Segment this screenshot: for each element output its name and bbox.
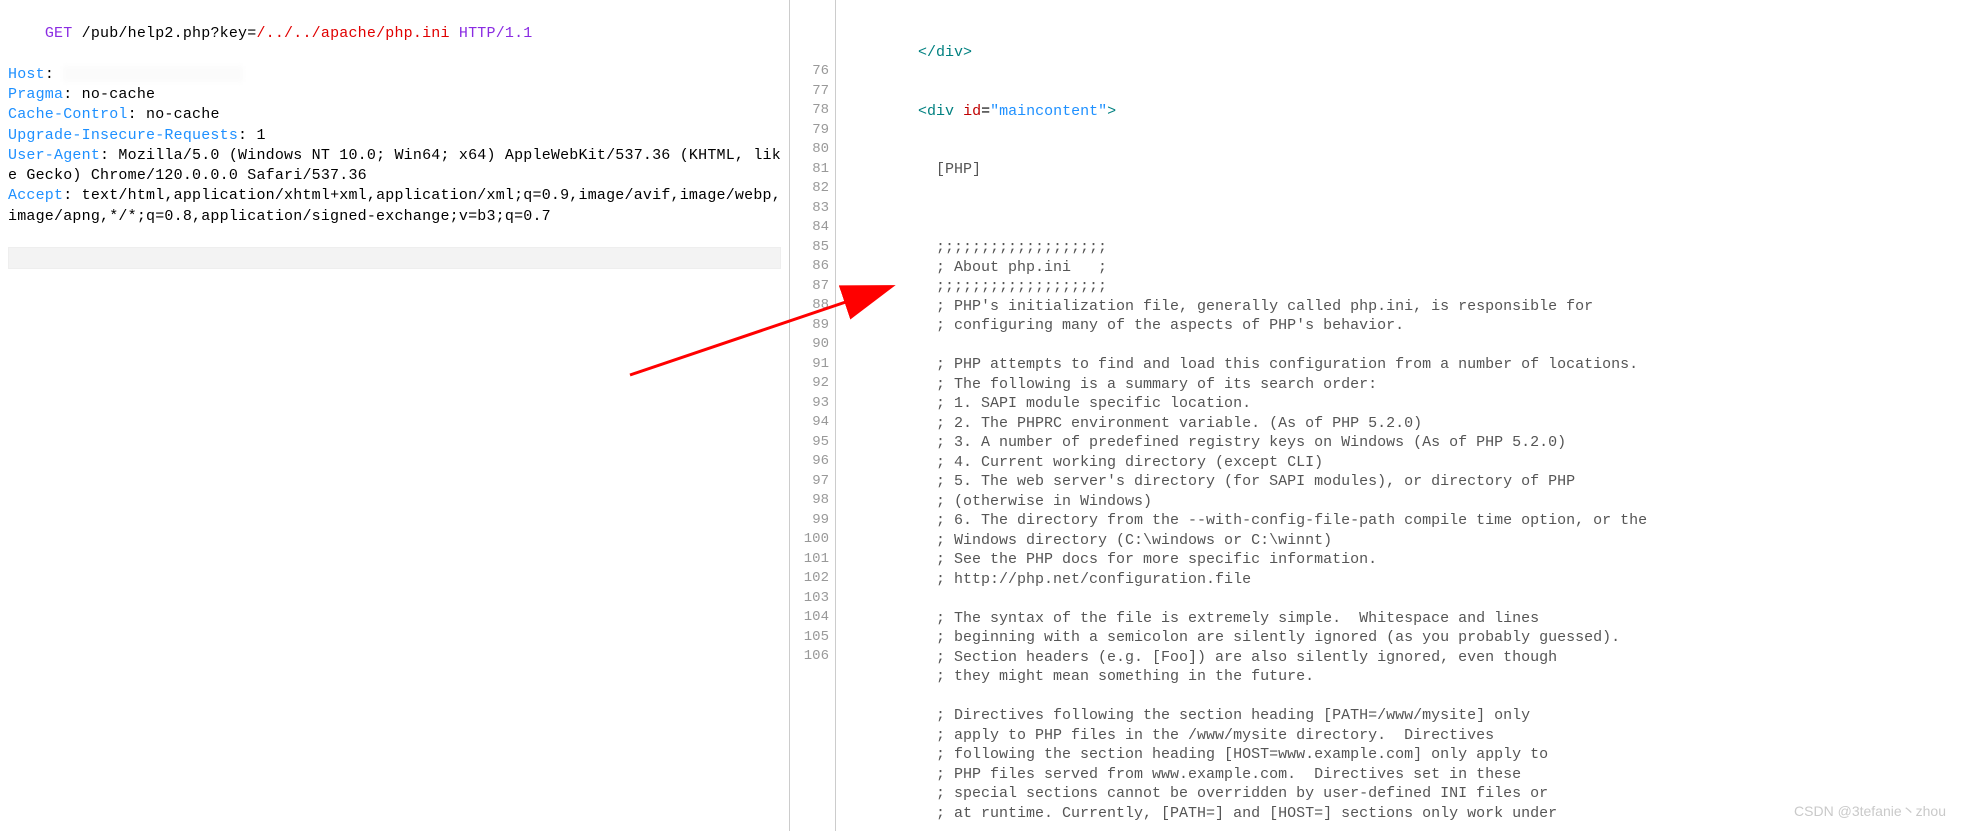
ini-line: ; configuring many of the aspects of PHP… xyxy=(846,316,1964,336)
line-number: 92 xyxy=(790,374,829,394)
ini-line xyxy=(846,687,1964,707)
ini-line: ; 2. The PHPRC environment variable. (As… xyxy=(846,414,1964,434)
line-number: 76 xyxy=(790,62,829,82)
ini-line xyxy=(846,589,1964,609)
line-number: 100 xyxy=(790,530,829,550)
line-number: 77 xyxy=(790,82,829,102)
ini-line: ; The following is a summary of its sear… xyxy=(846,375,1964,395)
line-number: 89 xyxy=(790,316,829,336)
header-value: 1 xyxy=(256,127,265,144)
ini-line: ; 1. SAPI module specific location. xyxy=(846,394,1964,414)
line-number: 88 xyxy=(790,296,829,316)
masked-value xyxy=(63,66,243,82)
ini-line: ; Directives following the section headi… xyxy=(846,706,1964,726)
php-section: [PHP] xyxy=(846,160,1964,180)
ini-line: ; they might mean something in the futur… xyxy=(846,667,1964,687)
line-number: 97 xyxy=(790,472,829,492)
header-name: Pragma xyxy=(8,86,63,103)
header-name: Cache-Control xyxy=(8,106,128,123)
code-area: </div> <div id="maincontent"> [PHP] ;;;;… xyxy=(836,0,1964,831)
line-number: 85 xyxy=(790,238,829,258)
http-method: GET xyxy=(45,25,73,42)
line-number: 82 xyxy=(790,179,829,199)
ini-line: ; following the section heading [HOST=ww… xyxy=(846,745,1964,765)
header-name: User-Agent xyxy=(8,147,100,164)
ini-line xyxy=(846,219,1964,239)
ini-line: ; beginning with a semicolon are silentl… xyxy=(846,628,1964,648)
request-panel: GET /pub/help2.php?key=/../../apache/php… xyxy=(0,0,790,831)
ini-line: ; PHP attempts to find and load this con… xyxy=(846,355,1964,375)
line-number: 78 xyxy=(790,101,829,121)
ini-line: ; Section headers (e.g. [Foo]) are also … xyxy=(846,648,1964,668)
ini-line: ; The syntax of the file is extremely si… xyxy=(846,609,1964,629)
http-protocol: HTTP/1.1 xyxy=(450,25,533,42)
line-number: 86 xyxy=(790,257,829,277)
request-path-prefix: /pub/help2.php?key= xyxy=(72,25,256,42)
ini-line: ;;;;;;;;;;;;;;;;;;; xyxy=(846,238,1964,258)
header-name: Host xyxy=(8,66,45,83)
ini-line: ;;;;;;;;;;;;;;;;;;; xyxy=(846,277,1964,297)
line-number: 101 xyxy=(790,550,829,570)
response-panel: 7677787980818283848586878889909192939495… xyxy=(790,0,1964,831)
header-name: Upgrade-Insecure-Requests xyxy=(8,127,238,144)
header-line: User-Agent: Mozilla/5.0 (Windows NT 10.0… xyxy=(8,146,781,187)
line-number: 102 xyxy=(790,569,829,589)
header-name: Accept xyxy=(8,187,63,204)
ini-line xyxy=(846,336,1964,356)
line-number: 93 xyxy=(790,394,829,414)
ini-line: ; 4. Current working directory (except C… xyxy=(846,453,1964,473)
line-number: 90 xyxy=(790,335,829,355)
ini-line: ; 6. The directory from the --with-confi… xyxy=(846,511,1964,531)
header-value: Mozilla/5.0 (Windows NT 10.0; Win64; x64… xyxy=(8,147,781,184)
line-number: 103 xyxy=(790,589,829,609)
header-line: Pragma: no-cache xyxy=(8,85,781,105)
html-closing-div: </div> xyxy=(846,43,1964,63)
php-ini-content: ;;;;;;;;;;;;;;;;;;; ; About php.ini ; ;;… xyxy=(846,219,1964,824)
line-number: 105 xyxy=(790,628,829,648)
line-number: 87 xyxy=(790,277,829,297)
ini-line: ; at runtime. Currently, [PATH=] and [HO… xyxy=(846,804,1964,824)
ini-line: ; 3. A number of predefined registry key… xyxy=(846,433,1964,453)
line-number: 98 xyxy=(790,491,829,511)
line-number: 106 xyxy=(790,647,829,667)
ini-line: ; Windows directory (C:\windows or C:\wi… xyxy=(846,531,1964,551)
ini-line: ; About php.ini ; xyxy=(846,258,1964,278)
ini-line: ; apply to PHP files in the /www/mysite … xyxy=(846,726,1964,746)
line-number: 104 xyxy=(790,608,829,628)
header-line: Cache-Control: no-cache xyxy=(8,105,781,125)
line-number: 91 xyxy=(790,355,829,375)
request-headers: Host: Pragma: no-cacheCache-Control: no-… xyxy=(8,65,781,227)
ini-line: ; PHP files served from www.example.com.… xyxy=(846,765,1964,785)
line-number: 79 xyxy=(790,121,829,141)
ini-line: ; 5. The web server's directory (for SAP… xyxy=(846,472,1964,492)
line-number-gutter: 7677787980818283848586878889909192939495… xyxy=(790,0,836,831)
header-value: no-cache xyxy=(146,106,220,123)
header-value: no-cache xyxy=(82,86,156,103)
header-line: Upgrade-Insecure-Requests: 1 xyxy=(8,126,781,146)
header-line: Accept: text/html,application/xhtml+xml,… xyxy=(8,186,781,227)
ini-line: ; See the PHP docs for more specific inf… xyxy=(846,550,1964,570)
line-number: 94 xyxy=(790,413,829,433)
line-number: 81 xyxy=(790,160,829,180)
html-open-div: <div id="maincontent"> xyxy=(846,102,1964,122)
request-path-highlight: /../../apache/php.ini xyxy=(256,25,449,42)
request-body-input[interactable] xyxy=(8,247,781,269)
ini-line: ; (otherwise in Windows) xyxy=(846,492,1964,512)
line-number: 95 xyxy=(790,433,829,453)
ini-line: ; http://php.net/configuration.file xyxy=(846,570,1964,590)
line-number: 99 xyxy=(790,511,829,531)
request-line: GET /pub/help2.php?key=/../../apache/php… xyxy=(8,4,781,65)
header-value: text/html,application/xhtml+xml,applicat… xyxy=(8,187,781,224)
line-number: 80 xyxy=(790,140,829,160)
line-number: 96 xyxy=(790,452,829,472)
line-number: 83 xyxy=(790,199,829,219)
ini-line: ; special sections cannot be overridden … xyxy=(846,784,1964,804)
ini-line: ; PHP's initialization file, generally c… xyxy=(846,297,1964,317)
header-line: Host: xyxy=(8,65,781,85)
line-number: 84 xyxy=(790,218,829,238)
